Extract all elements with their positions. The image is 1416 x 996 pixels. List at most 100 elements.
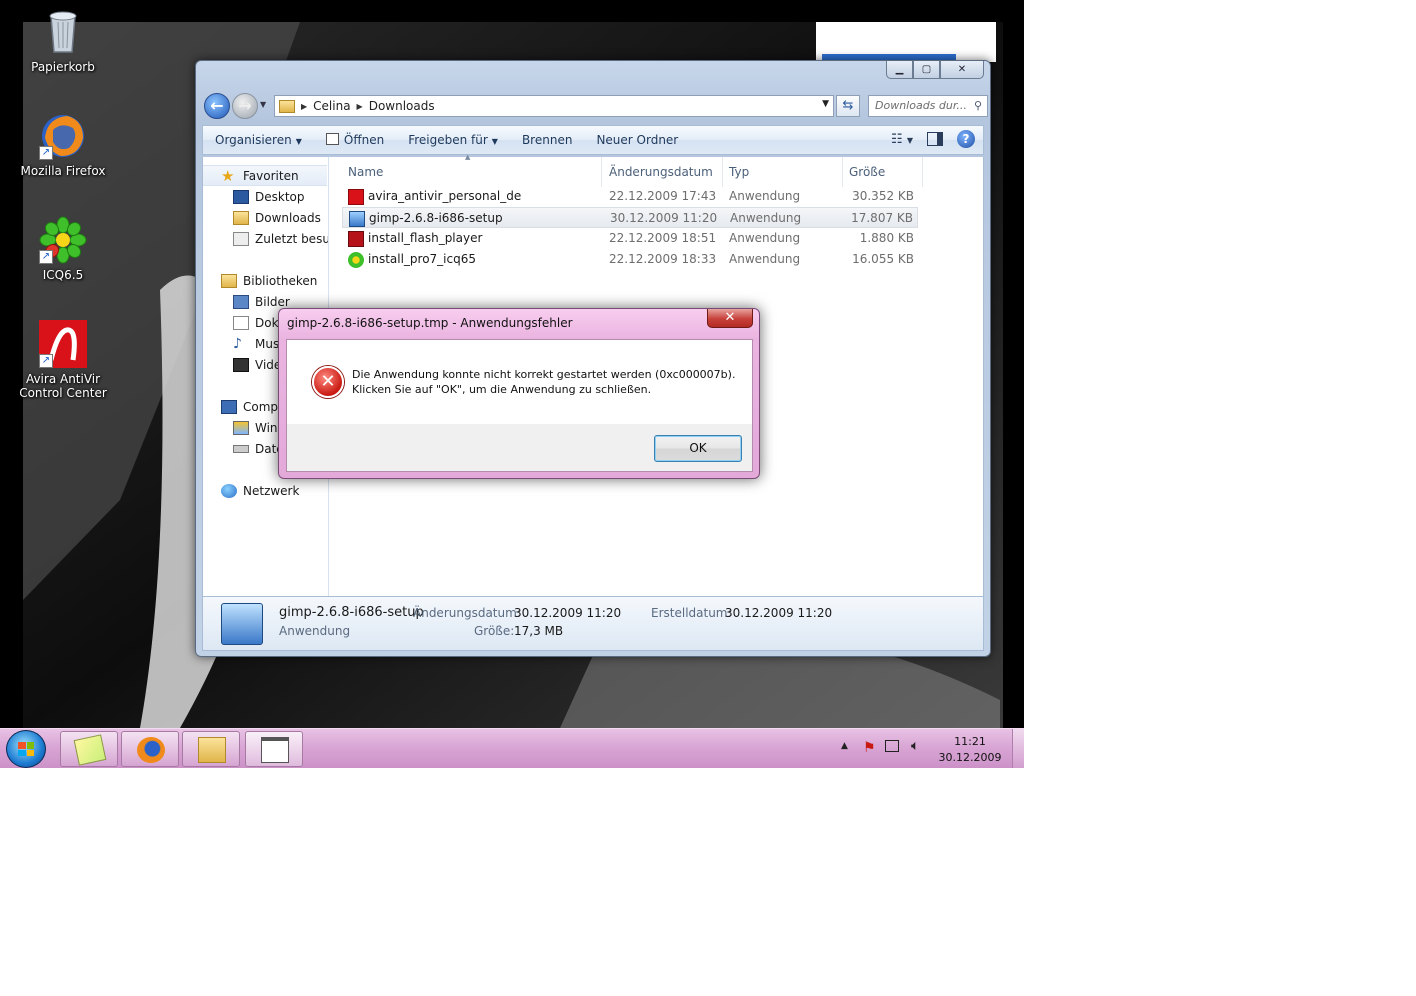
search-placeholder: Downloads dur... [875,99,967,112]
address-dropdown-icon[interactable]: ▼ [822,99,829,109]
details-modified-value: 30.12.2009 11:20 [514,606,622,620]
column-header-date[interactable]: Änderungsdatum [603,157,723,187]
folder-icon [198,737,226,763]
recent-pages-dropdown[interactable]: ▼ [260,100,266,109]
taskbar-error-window[interactable] [245,731,303,767]
details-created-value: 30.12.2009 11:20 [725,606,833,620]
recycle-bin-icon [39,8,87,56]
forward-button[interactable]: → [232,93,258,119]
nav-label: Netzwerk [243,483,300,498]
new-folder-button[interactable]: Neuer Ordner [584,133,690,147]
address-bar[interactable]: ▶ Celina ▶ Downloads ▼ [274,95,834,117]
nav-music[interactable]: ♪ Musik [203,333,290,354]
close-button[interactable]: ✕ [940,61,984,79]
organize-button[interactable]: Organisieren ▼ [203,133,314,147]
show-desktop-button[interactable] [1012,729,1024,768]
firefox-icon: ↗ [39,112,87,160]
taskbar-pinned-explorer-notes[interactable] [60,731,118,767]
desktop-icon-avira[interactable]: ↗ Avira AntiVir Control Center [8,320,118,400]
back-button[interactable]: ← [204,93,230,119]
share-button[interactable]: Freigeben für ▼ [396,133,510,147]
file-type: Anwendung [729,189,801,203]
file-date: 22.12.2009 17:43 [609,189,717,203]
nav-downloads[interactable]: Downloads [203,207,321,228]
sort-arrow-icon: ▲ [465,153,471,161]
desktop-icon-icq[interactable]: ↗ ICQ6.5 [8,216,118,282]
nav-label: Downloads [255,210,321,225]
view-options-icon[interactable]: ☷ ▼ [891,132,913,147]
setup-installer-icon [349,211,365,227]
volume-icon[interactable]: 🔈︎ [911,738,919,754]
chevron-down-icon: ▼ [295,137,302,146]
desktop-icon-recycle-bin[interactable]: Papierkorb [8,8,118,74]
column-header-type[interactable]: Typ [723,157,843,187]
file-row[interactable]: install_flash_player 22.12.2009 18:51 An… [342,228,918,249]
column-label: Größe [849,165,886,179]
documents-icon [233,315,249,330]
navigation-bar: ← → ▼ ▶ Celina ▶ Downloads ▼ ⇆ Downloads… [202,91,988,119]
nav-pictures[interactable]: Bilder [203,291,290,312]
burn-button[interactable]: Brennen [510,133,584,147]
computer-icon [221,399,237,414]
details-size-label: Größe: [474,624,515,638]
desktop-icon-label: ICQ6.5 [42,268,84,282]
open-button[interactable]: Öffnen [314,133,396,147]
desktop-icon-label: Mozilla Firefox [20,164,106,178]
folder-icon [279,99,295,113]
ok-button[interactable]: OK [654,435,742,462]
details-modified-label: Änderungsdatum: [413,606,521,620]
open-label: Öffnen [343,133,385,147]
column-header-size[interactable]: Größe [843,157,923,187]
taskbar-explorer[interactable] [182,731,240,767]
music-note-icon: ♪ [233,335,242,352]
column-label: Änderungsdatum [609,165,713,179]
clock-date: 30.12.2009 [938,751,1002,764]
breadcrumb-downloads[interactable]: Downloads [369,99,435,113]
file-row[interactable]: install_pro7_icq65 22.12.2009 18:33 Anwe… [342,249,918,270]
nav-desktop[interactable]: Desktop [203,186,305,207]
column-label: Typ [729,165,750,179]
show-hidden-icons-icon[interactable]: ▲ [841,741,848,751]
file-row[interactable]: gimp-2.6.8-i686-setup 30.12.2009 11:20 A… [342,207,918,228]
search-icon[interactable]: ⚲ [974,96,982,116]
file-size: 30.352 KB [852,189,914,203]
nav-favorites[interactable]: ★ Favoriten [203,165,327,186]
command-bar: Organisieren ▼ Öffnen Freigeben für ▼ Bren… [202,125,984,155]
details-file-type: Anwendung [279,624,351,638]
file-name: install_flash_player [368,231,483,245]
error-icon: ✕ [312,366,344,398]
avira-file-icon [348,189,364,205]
search-input[interactable]: Downloads dur... ⚲ [868,95,988,117]
system-clock[interactable]: 11:21 30.12.2009 [930,734,1010,766]
file-row[interactable]: avira_antivir_personal_de 22.12.2009 17:… [342,186,918,207]
refresh-button[interactable]: ⇆ [836,95,860,117]
file-name: avira_antivir_personal_de [368,189,522,203]
nav-libraries[interactable]: Bibliotheken [203,270,317,291]
dialog-close-button[interactable]: ✕ [707,309,753,328]
nav-recent[interactable]: Zuletzt besucht [203,228,328,249]
preview-pane-icon[interactable] [927,132,943,146]
network-icon[interactable] [885,740,899,752]
windows-drive-icon [233,420,249,435]
file-date: 30.12.2009 11:20 [610,211,718,225]
icq-flower-icon: ↗ [39,216,87,264]
file-date: 22.12.2009 18:33 [609,252,717,266]
file-size: 16.055 KB [852,252,914,266]
minimize-button[interactable]: ▁ [886,61,913,79]
start-button[interactable] [6,730,46,768]
breadcrumb-celina[interactable]: Celina [313,99,350,113]
file-type: Anwendung [729,231,801,245]
maximize-button[interactable]: ▢ [913,61,940,79]
help-icon[interactable]: ? [957,130,975,148]
nav-network[interactable]: Netzwerk [203,480,299,501]
taskbar-firefox[interactable] [121,731,179,767]
desktop-icon-firefox[interactable]: ↗ Mozilla Firefox [8,112,118,178]
caption-buttons: ▁ ▢ ✕ [886,61,984,79]
share-label: Freigeben für [408,133,488,147]
column-header-name[interactable]: Name [342,157,602,187]
details-pane: gimp-2.6.8-i686-setup Anwendung Änderung… [202,597,984,651]
action-center-flag-icon[interactable]: ⚑ [863,740,876,756]
nav-label: Desktop [255,189,305,204]
error-dialog[interactable]: gimp-2.6.8-i686-setup.tmp - Anwendungsfe… [278,308,760,479]
shortcut-arrow-icon: ↗ [39,354,53,368]
